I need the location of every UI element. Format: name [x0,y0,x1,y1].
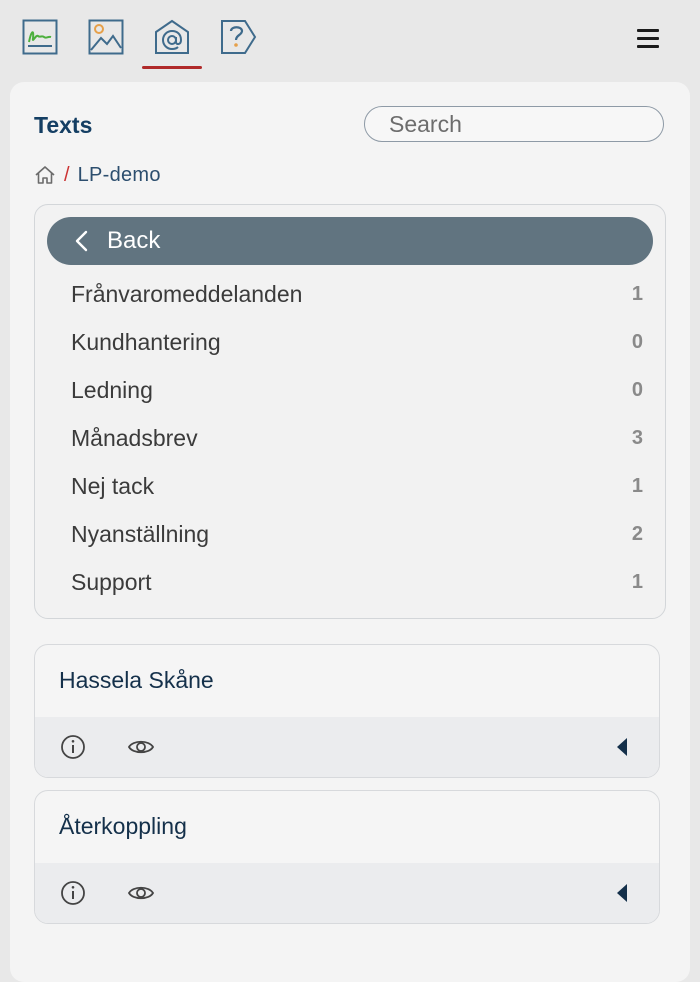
page-title: Texts [34,112,93,138]
category-count: 3 [631,427,643,449]
expand-arrow-icon[interactable] [615,883,629,903]
back-button[interactable]: Back [47,217,653,265]
category-count: 2 [631,523,643,545]
top-toolbar [0,0,700,80]
category-item-nej-tack[interactable]: Nej tack 1 [35,463,667,511]
chevron-left-icon [75,230,88,252]
category-item-support[interactable]: Support 1 [35,559,667,607]
category-item-nyanstallning[interactable]: Nyanställning 2 [35,511,667,559]
card-actions [35,863,659,923]
card-actions [35,717,659,777]
category-count: 0 [631,331,643,353]
eye-icon[interactable] [127,733,155,761]
category-item-ledning[interactable]: Ledning 0 [35,367,667,415]
text-card[interactable]: Hassela Skåne [34,644,660,778]
card-title: Återkoppling [59,813,187,839]
category-list: Frånvaromeddelanden 1 Kundhantering 0 Le… [35,271,667,607]
category-item-franvaromeddelanden[interactable]: Frånvaromeddelanden 1 [35,271,667,319]
help-icon[interactable] [219,18,257,56]
category-name: Månadsbrev [71,425,198,451]
active-tab-indicator [142,66,202,69]
at-sign-icon[interactable] [153,18,191,56]
category-name: Nej tack [71,473,155,499]
category-list-box: Back Frånvaromeddelanden 1 Kundhantering… [34,204,666,619]
card-title: Hassela Skåne [59,667,214,693]
text-card[interactable]: Återkoppling [34,790,660,924]
home-icon[interactable] [34,164,56,186]
back-button-label: Back [107,227,161,254]
image-icon[interactable] [87,18,125,56]
breadcrumb-item[interactable]: LP-demo [78,164,161,187]
category-item-manadsbrev[interactable]: Månadsbrev 3 [35,415,667,463]
breadcrumb-separator: / [64,163,70,186]
category-count: 1 [631,283,643,305]
category-name: Kundhantering [71,329,221,355]
breadcrumb: / LP-demo [34,162,161,188]
category-count: 1 [631,571,643,593]
hamburger-menu-icon[interactable] [632,24,664,52]
eye-icon[interactable] [127,879,155,907]
category-name: Support [71,569,152,595]
expand-arrow-icon[interactable] [615,737,629,757]
category-item-kundhantering[interactable]: Kundhantering 0 [35,319,667,367]
info-icon[interactable] [59,879,87,907]
category-name: Nyanställning [71,521,210,547]
category-name: Ledning [71,377,153,403]
texts-panel: Texts / LP-demo Back Frånvaromeddelanden… [10,82,690,982]
category-name: Frånvaromeddelanden [71,281,303,307]
category-count: 1 [631,475,643,497]
category-count: 0 [631,379,643,401]
search-input[interactable] [364,106,664,142]
signature-icon[interactable] [21,18,59,56]
info-icon[interactable] [59,733,87,761]
